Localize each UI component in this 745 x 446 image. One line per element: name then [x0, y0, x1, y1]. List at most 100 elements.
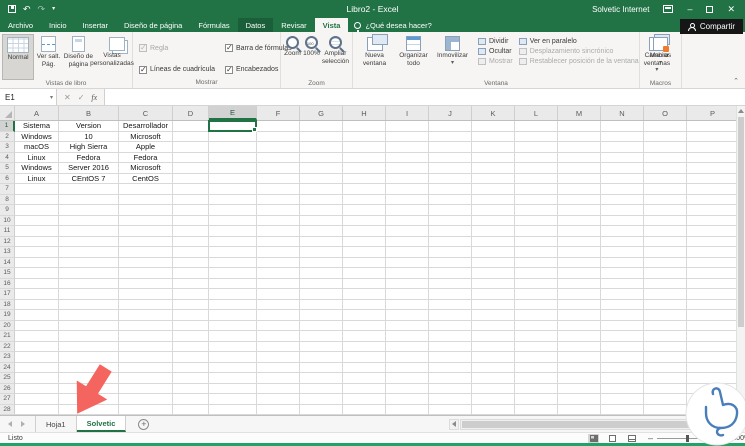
cell-k28[interactable]	[472, 405, 515, 416]
cell-b3[interactable]: High Sierra	[59, 142, 119, 153]
cell-a15[interactable]	[15, 268, 59, 279]
cell-g19[interactable]	[300, 310, 343, 321]
cell-l5[interactable]	[515, 163, 558, 174]
cell-j10[interactable]	[429, 216, 472, 227]
cell-c8[interactable]	[119, 195, 173, 206]
cell-c7[interactable]	[119, 184, 173, 195]
cell-d20[interactable]	[173, 321, 209, 332]
window-button-organizar-todo[interactable]: Organizar todo	[394, 34, 433, 80]
cell-k13[interactable]	[472, 247, 515, 258]
cell-o23[interactable]	[644, 352, 687, 363]
cell-a18[interactable]	[15, 300, 59, 311]
zoom-button-zoom[interactable]: Zoom	[283, 34, 302, 80]
cell-c16[interactable]	[119, 279, 173, 290]
cell-p15[interactable]	[687, 268, 739, 279]
cell-a8[interactable]	[15, 195, 59, 206]
cell-l9[interactable]	[515, 205, 558, 216]
cell-l26[interactable]	[515, 384, 558, 395]
row-header-26[interactable]: 26	[0, 384, 15, 395]
cell-p11[interactable]	[687, 226, 739, 237]
cell-n21[interactable]	[601, 331, 644, 342]
cell-a12[interactable]	[15, 237, 59, 248]
cell-b8[interactable]	[59, 195, 119, 206]
cell-n19[interactable]	[601, 310, 644, 321]
cell-d13[interactable]	[173, 247, 209, 258]
cell-j6[interactable]	[429, 174, 472, 185]
row-header-24[interactable]: 24	[0, 363, 15, 374]
cell-f27[interactable]	[257, 394, 300, 405]
cell-n8[interactable]	[601, 195, 644, 206]
cell-f6[interactable]	[257, 174, 300, 185]
row-header-10[interactable]: 10	[0, 216, 15, 227]
row-header-13[interactable]: 13	[0, 247, 15, 258]
cell-c21[interactable]	[119, 331, 173, 342]
minimize-button[interactable]: –	[687, 5, 692, 14]
cell-h16[interactable]	[343, 279, 386, 290]
cell-k1[interactable]	[472, 121, 515, 132]
cell-o24[interactable]	[644, 363, 687, 374]
ribbon-tab-formulas[interactable]: Fórmulas	[190, 18, 237, 32]
cell-f11[interactable]	[257, 226, 300, 237]
cell-l22[interactable]	[515, 342, 558, 353]
cell-g27[interactable]	[300, 394, 343, 405]
cell-l10[interactable]	[515, 216, 558, 227]
cell-m27[interactable]	[558, 394, 601, 405]
cell-a17[interactable]	[15, 289, 59, 300]
cell-f26[interactable]	[257, 384, 300, 395]
cell-h5[interactable]	[343, 163, 386, 174]
cell-o12[interactable]	[644, 237, 687, 248]
cell-p1[interactable]	[687, 121, 739, 132]
redo-icon[interactable]: ↷	[38, 5, 46, 14]
cell-g15[interactable]	[300, 268, 343, 279]
cell-l7[interactable]	[515, 184, 558, 195]
cell-c28[interactable]	[119, 405, 173, 416]
cell-f19[interactable]	[257, 310, 300, 321]
row-header-1[interactable]: 1	[0, 121, 15, 132]
cell-f17[interactable]	[257, 289, 300, 300]
cell-n26[interactable]	[601, 384, 644, 395]
cell-h21[interactable]	[343, 331, 386, 342]
cell-b28[interactable]	[59, 405, 119, 416]
cell-a19[interactable]	[15, 310, 59, 321]
cell-m12[interactable]	[558, 237, 601, 248]
view-button-vistas-personalizadas[interactable]: Vistas personalizadas	[94, 34, 130, 80]
cell-h18[interactable]	[343, 300, 386, 311]
cell-o15[interactable]	[644, 268, 687, 279]
cell-a13[interactable]	[15, 247, 59, 258]
vertical-scroll-thumb[interactable]	[738, 117, 744, 327]
cell-g13[interactable]	[300, 247, 343, 258]
column-header-k[interactable]: K	[472, 106, 515, 120]
cell-d1[interactable]	[173, 121, 209, 132]
column-header-b[interactable]: B	[59, 106, 119, 120]
column-header-f[interactable]: F	[257, 106, 300, 120]
cell-h12[interactable]	[343, 237, 386, 248]
cell-f28[interactable]	[257, 405, 300, 416]
cell-a4[interactable]: Linux	[15, 153, 59, 164]
cell-e25[interactable]	[209, 373, 257, 384]
cell-k11[interactable]	[472, 226, 515, 237]
cell-n5[interactable]	[601, 163, 644, 174]
cell-o22[interactable]	[644, 342, 687, 353]
cell-n14[interactable]	[601, 258, 644, 269]
share-button[interactable]: Compartir	[680, 19, 743, 34]
cell-m21[interactable]	[558, 331, 601, 342]
cell-a16[interactable]	[15, 279, 59, 290]
collapse-ribbon-icon[interactable]: ⌃	[733, 77, 739, 85]
cell-m8[interactable]	[558, 195, 601, 206]
cell-g10[interactable]	[300, 216, 343, 227]
cell-j9[interactable]	[429, 205, 472, 216]
row-header-15[interactable]: 15	[0, 268, 15, 279]
cell-p18[interactable]	[687, 300, 739, 311]
cell-c24[interactable]	[119, 363, 173, 374]
cell-b14[interactable]	[59, 258, 119, 269]
cell-h8[interactable]	[343, 195, 386, 206]
cell-g28[interactable]	[300, 405, 343, 416]
cell-d14[interactable]	[173, 258, 209, 269]
cell-o4[interactable]	[644, 153, 687, 164]
cell-p2[interactable]	[687, 132, 739, 143]
cell-m10[interactable]	[558, 216, 601, 227]
cell-k10[interactable]	[472, 216, 515, 227]
cell-p28[interactable]	[687, 405, 739, 416]
cell-f22[interactable]	[257, 342, 300, 353]
cell-m23[interactable]	[558, 352, 601, 363]
